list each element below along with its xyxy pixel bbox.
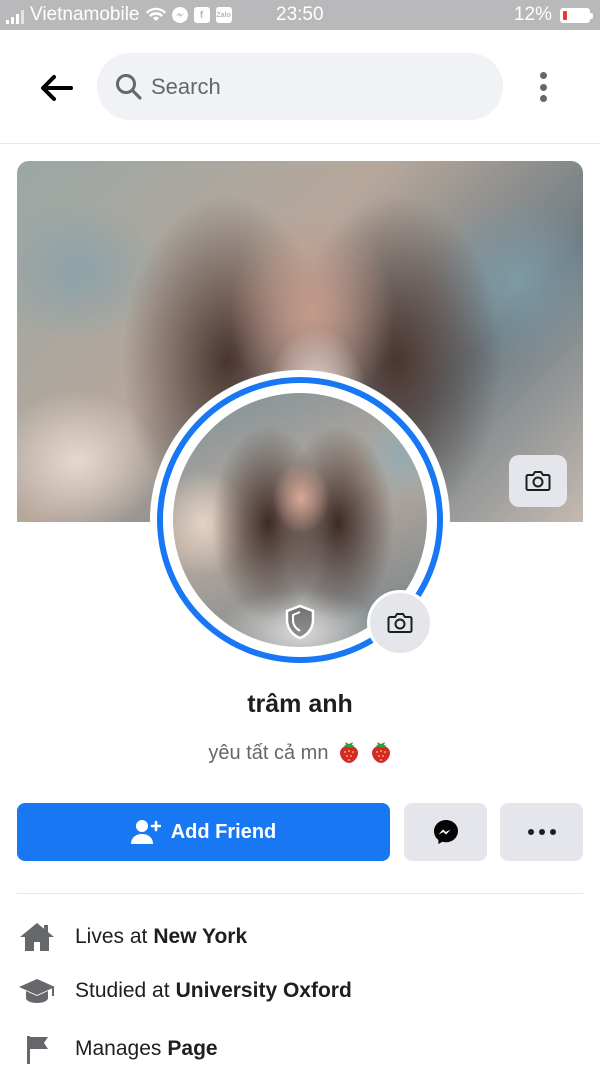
home-icon xyxy=(17,920,57,954)
strawberry-icon xyxy=(340,742,359,763)
status-time: 23:50 xyxy=(276,4,324,25)
detail-manages: Manages Page xyxy=(17,1032,218,1066)
zalo-notification-icon: Zalo xyxy=(215,7,232,23)
messenger-icon xyxy=(433,820,458,844)
profile-bio: yêu tất cả mn xyxy=(0,740,600,765)
profile-name: trâm anh xyxy=(247,690,353,718)
status-left: Vietnamobile f Zalo xyxy=(6,4,232,26)
more-options-button[interactable] xyxy=(528,70,558,104)
vertical-ellipsis-icon xyxy=(539,72,547,79)
signal-icon xyxy=(6,6,24,24)
search-input[interactable] xyxy=(151,73,471,100)
detail-value[interactable]: University Oxford xyxy=(176,979,352,1003)
messenger-notification-icon xyxy=(171,7,188,23)
detail-prefix: Lives at xyxy=(75,925,148,948)
add-friend-button[interactable]: Add Friend xyxy=(17,803,390,861)
flag-icon xyxy=(17,1032,57,1066)
edit-profile-picture-button[interactable] xyxy=(367,590,433,656)
detail-value[interactable]: New York xyxy=(153,925,247,949)
camera-icon xyxy=(525,471,551,491)
add-person-icon xyxy=(130,820,161,844)
search-bar[interactable] xyxy=(97,53,503,120)
detail-value[interactable]: Page xyxy=(167,1037,217,1061)
status-bar: Vietnamobile f Zalo 23:50 12% xyxy=(0,0,600,30)
facebook-notification-icon: f xyxy=(193,7,210,23)
wifi-icon xyxy=(145,7,166,21)
detail-lives-at: Lives at New York xyxy=(17,920,247,954)
arrow-left-icon xyxy=(41,75,73,101)
camera-icon xyxy=(387,613,413,633)
detail-prefix: Manages xyxy=(75,1037,162,1060)
battery-icon xyxy=(560,7,593,23)
strawberry-icon xyxy=(371,742,390,763)
bio-text: yêu tất cả mn xyxy=(208,742,329,764)
horizontal-ellipsis-icon xyxy=(527,829,534,835)
status-right: 12% xyxy=(513,4,593,26)
carrier-name: Vietnamobile xyxy=(30,4,140,25)
edit-cover-photo-button[interactable] xyxy=(509,455,567,507)
detail-studied-at: Studied at University Oxford xyxy=(17,974,352,1008)
graduation-cap-icon xyxy=(17,974,57,1008)
add-friend-label: Add Friend xyxy=(170,820,277,843)
search-icon xyxy=(116,73,142,100)
detail-prefix: Studied at xyxy=(75,979,170,1002)
battery-percent: 12% xyxy=(513,4,552,25)
profile-guard-shield-icon xyxy=(285,604,315,640)
top-bar xyxy=(0,30,600,144)
more-actions-button[interactable] xyxy=(500,803,583,861)
message-button[interactable] xyxy=(404,803,487,861)
back-button[interactable] xyxy=(36,68,76,108)
section-divider xyxy=(17,893,583,894)
